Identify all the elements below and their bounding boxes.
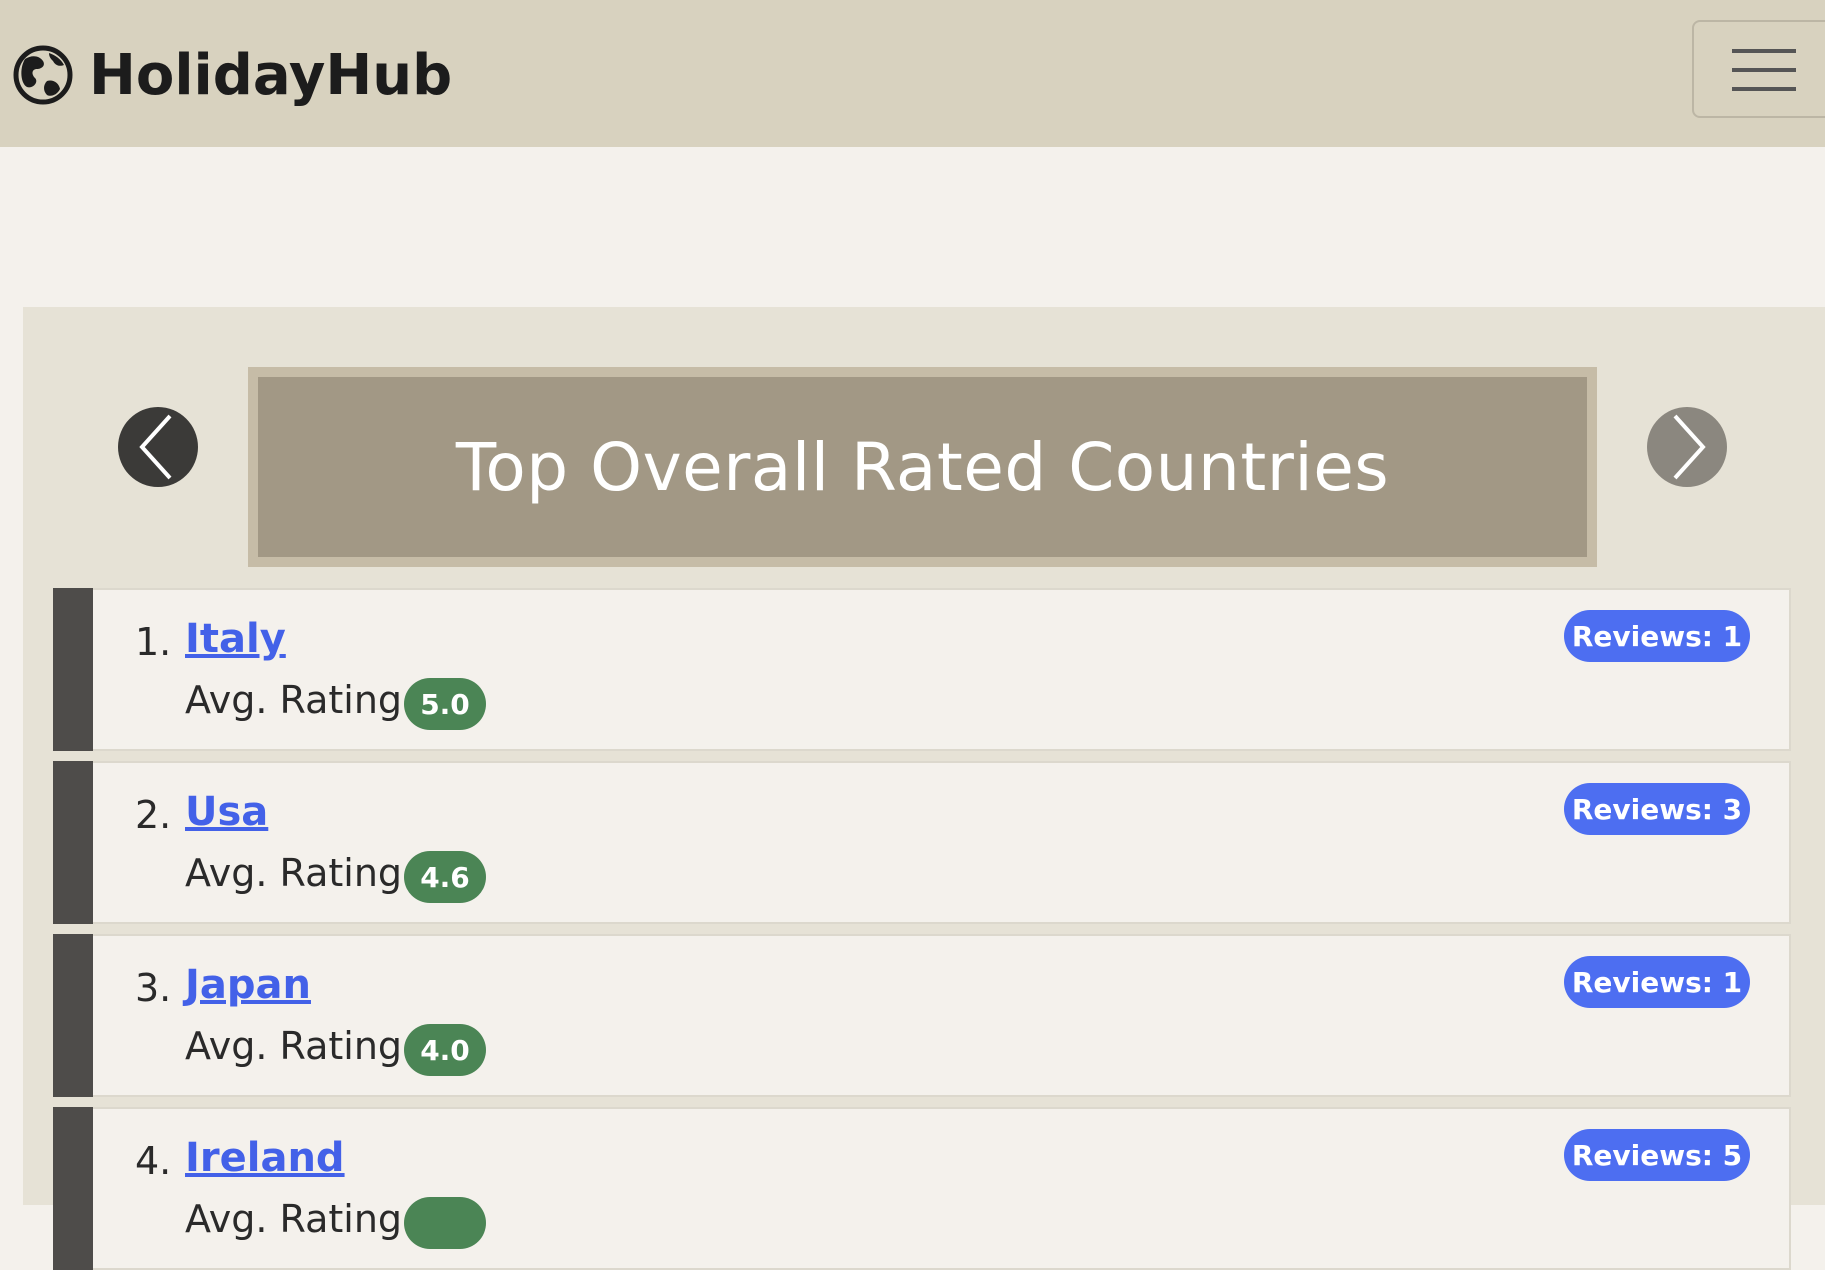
list-item: 4. Ireland Avg. Rating: Reviews: 5 — [53, 1107, 1791, 1270]
list-item: 3. Japan Avg. Rating: 4.0 Reviews: 1 — [53, 934, 1791, 1097]
row-accent-bar — [53, 1107, 93, 1270]
carousel-banner: Top Overall Rated Countries — [248, 367, 1597, 567]
list-item: 1. Italy Avg. Rating: 5.0 Reviews: 1 — [53, 588, 1791, 751]
reviews-badge: Reviews: 1 — [1564, 610, 1750, 662]
navbar: HolidayHub — [0, 0, 1825, 147]
country-link[interactable]: Italy — [185, 616, 286, 662]
rating-badge: 4.6 — [404, 851, 486, 903]
rank-number: 3. — [135, 966, 172, 1010]
reviews-badge: Reviews: 5 — [1564, 1129, 1750, 1181]
row-accent-bar — [53, 761, 93, 924]
row-accent-bar — [53, 934, 93, 1097]
chevron-left-icon — [139, 414, 172, 480]
reviews-badge: Reviews: 3 — [1564, 783, 1750, 835]
row-accent-bar — [53, 588, 93, 751]
banner-inner: Top Overall Rated Countries — [258, 377, 1587, 557]
country-link[interactable]: Usa — [185, 789, 268, 835]
rating-label: Avg. Rating: — [185, 1024, 415, 1068]
menu-toggle-button[interactable] — [1692, 20, 1825, 118]
rating-label: Avg. Rating: — [185, 851, 415, 895]
country-link[interactable]: Japan — [185, 962, 311, 1008]
rating-label: Avg. Rating: — [185, 1197, 415, 1241]
rating-badge: 5.0 — [404, 678, 486, 730]
list-item: 2. Usa Avg. Rating: 4.6 Reviews: 3 — [53, 761, 1791, 924]
rank-number: 1. — [135, 620, 172, 664]
rank-number: 2. — [135, 793, 172, 837]
country-link[interactable]: Ireland — [185, 1135, 345, 1181]
carousel-title: Top Overall Rated Countries — [455, 428, 1390, 506]
rank-number: 4. — [135, 1139, 172, 1183]
brand-link[interactable]: HolidayHub — [13, 35, 452, 115]
rating-badge: 4.0 — [404, 1024, 486, 1076]
chevron-right-icon — [1673, 414, 1706, 480]
rating-label: Avg. Rating: — [185, 678, 415, 722]
carousel-prev-button[interactable] — [118, 407, 198, 487]
brand-name: HolidayHub — [89, 42, 453, 108]
carousel-next-button[interactable] — [1647, 407, 1727, 487]
globe-icon — [13, 45, 73, 105]
hamburger-menu-icon — [1732, 49, 1796, 91]
reviews-badge: Reviews: 1 — [1564, 956, 1750, 1008]
